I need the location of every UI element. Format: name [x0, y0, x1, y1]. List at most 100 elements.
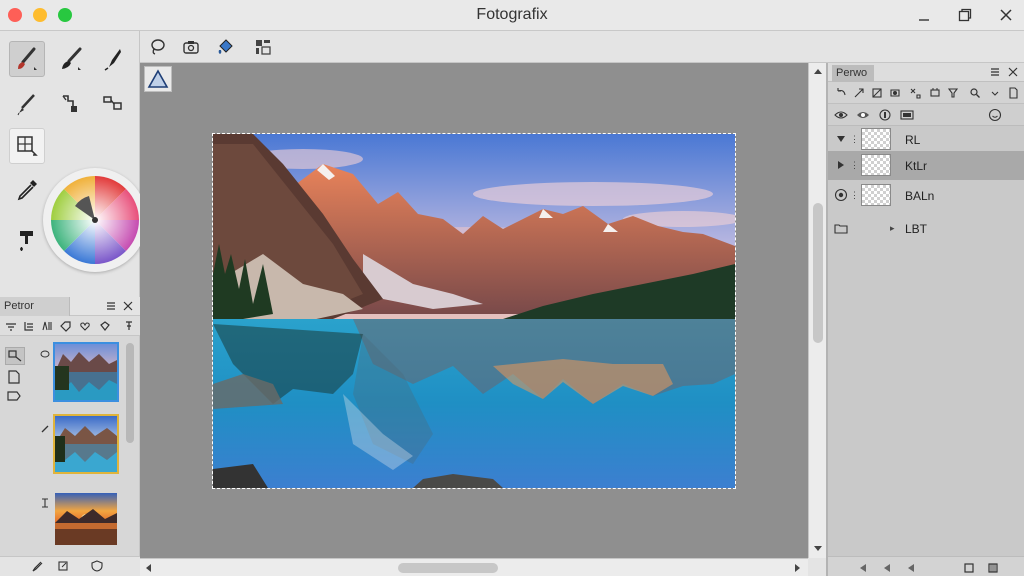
- stamp-tool-button[interactable]: [9, 222, 45, 258]
- visibility-all-button[interactable]: [834, 108, 848, 122]
- eye-icon: [834, 111, 848, 119]
- thumb-tool-5[interactable]: [78, 319, 92, 333]
- thumb-tool-7[interactable]: [122, 319, 136, 333]
- thumbnails-scrollbar[interactable]: [124, 339, 136, 553]
- layer-row[interactable]: ⋮ RL: [828, 125, 1024, 154]
- pen-tool-button[interactable]: [95, 41, 131, 77]
- undo-button[interactable]: [834, 86, 848, 100]
- paint-brush-tool-button[interactable]: [53, 41, 89, 77]
- thumbnails-panel-tab[interactable]: Petror: [0, 297, 70, 316]
- panel-close-button[interactable]: [121, 299, 135, 313]
- mask-button[interactable]: [888, 86, 902, 100]
- thumb-tool-3[interactable]: [40, 319, 54, 333]
- layer-expand-toggle[interactable]: [834, 158, 848, 172]
- scroll-left-icon[interactable]: [144, 563, 152, 573]
- window-close-button[interactable]: [994, 4, 1018, 26]
- thumb-tool-1[interactable]: [4, 319, 18, 333]
- footer-brush-button[interactable]: [30, 559, 44, 573]
- minimize-button[interactable]: [912, 4, 936, 26]
- smile-button[interactable]: [988, 108, 1002, 122]
- canvas-area[interactable]: [140, 63, 808, 558]
- pencil-tool-button[interactable]: [9, 86, 45, 122]
- tools-panel: [0, 31, 147, 297]
- lock-button[interactable]: [878, 108, 892, 122]
- fill-bucket-button[interactable]: [214, 36, 236, 58]
- thumb-marker-2: [40, 421, 50, 433]
- thumbnails-scroll-thumb[interactable]: [126, 343, 134, 443]
- triangle-shape-button[interactable]: [144, 66, 172, 92]
- brush-tool-button[interactable]: [9, 41, 45, 77]
- thumbnail-sunset-landscape[interactable]: [53, 491, 119, 545]
- transform-button[interactable]: [5, 347, 25, 365]
- vertical-scroll-thumb[interactable]: [813, 203, 823, 343]
- footer-next-button[interactable]: [880, 561, 894, 575]
- thumb-tool-4[interactable]: [58, 319, 72, 333]
- canvas-horizontal-scrollbar[interactable]: [140, 558, 808, 576]
- zoom-traffic-light[interactable]: [58, 8, 72, 22]
- layer-row[interactable]: ⋮ BALn: [828, 181, 1024, 210]
- search-layers-button[interactable]: [968, 86, 982, 100]
- layers-close-button[interactable]: [1006, 65, 1020, 79]
- layer-group-toggle[interactable]: [834, 221, 848, 235]
- expand-button[interactable]: [988, 86, 1002, 100]
- crop-tool-button[interactable]: [9, 128, 45, 164]
- effects-button[interactable]: [908, 86, 922, 100]
- layers-menu-button[interactable]: [988, 65, 1002, 79]
- footer-prev-button[interactable]: [856, 561, 870, 575]
- transform-icon: [8, 350, 22, 362]
- thumbnail-mountain-lake-alt[interactable]: [53, 414, 119, 474]
- layer-group-row[interactable]: ▸ LBT: [828, 214, 1024, 243]
- lasso-button[interactable]: [146, 36, 168, 58]
- layer-indent: ⋮: [850, 190, 859, 200]
- layer-visibility-toggle[interactable]: [834, 188, 848, 202]
- text-icon: [42, 321, 52, 331]
- move-tool-button[interactable]: [95, 86, 131, 122]
- blend-button[interactable]: [870, 86, 884, 100]
- clone-tool-button[interactable]: [53, 86, 89, 122]
- scroll-right-icon[interactable]: [794, 563, 802, 573]
- document-icon: [1009, 87, 1018, 99]
- layer-visibility-toggle[interactable]: [834, 132, 848, 146]
- page-button[interactable]: [6, 369, 24, 385]
- footer-more-button[interactable]: [904, 561, 918, 575]
- maximize-button[interactable]: [953, 4, 977, 26]
- layer-thumbnail: [861, 128, 891, 150]
- delete-layer-button[interactable]: [986, 561, 1000, 575]
- layers-toolbar: [828, 82, 1024, 104]
- scroll-up-icon[interactable]: [813, 67, 823, 75]
- grid-select-button[interactable]: [252, 36, 274, 58]
- new-layer-button[interactable]: [962, 561, 976, 575]
- close-icon: [1008, 67, 1018, 77]
- camera-button[interactable]: [180, 36, 202, 58]
- color-wheel[interactable]: [43, 168, 147, 272]
- thumb-tool-2[interactable]: [22, 319, 36, 333]
- layer-thumbnail: [861, 154, 891, 176]
- thumb-tool-6[interactable]: [98, 319, 112, 333]
- color-wheel-graphic: [51, 176, 139, 264]
- footer-settings-button[interactable]: [90, 559, 104, 573]
- document-image[interactable]: [212, 133, 736, 489]
- filter-button[interactable]: [946, 86, 960, 100]
- adjust-button[interactable]: [928, 86, 942, 100]
- close-traffic-light[interactable]: [8, 8, 22, 22]
- search-icon: [970, 88, 980, 98]
- blend-icon: [872, 88, 882, 98]
- canvas-vertical-scrollbar[interactable]: [808, 63, 826, 558]
- footer-export-button[interactable]: [56, 559, 70, 573]
- link-button[interactable]: [852, 86, 866, 100]
- tag-button[interactable]: [6, 389, 24, 403]
- layers-panel-tab[interactable]: Perwo: [832, 65, 874, 82]
- triangle-icon: [147, 69, 169, 88]
- preview-button[interactable]: [856, 108, 870, 122]
- document-button[interactable]: [1006, 86, 1020, 100]
- lock-icon: [879, 109, 891, 121]
- link-icon: [854, 88, 864, 98]
- minimize-traffic-light[interactable]: [33, 8, 47, 22]
- thumbnail-mountain-lake[interactable]: [53, 342, 119, 402]
- layer-row-active[interactable]: ⋮ KtLr: [828, 151, 1024, 180]
- scroll-down-icon[interactable]: [813, 545, 823, 553]
- frame-button[interactable]: [900, 108, 914, 122]
- panel-menu-button[interactable]: [104, 299, 118, 313]
- eyedropper-tool-button[interactable]: [9, 172, 45, 208]
- horizontal-scroll-thumb[interactable]: [398, 563, 498, 573]
